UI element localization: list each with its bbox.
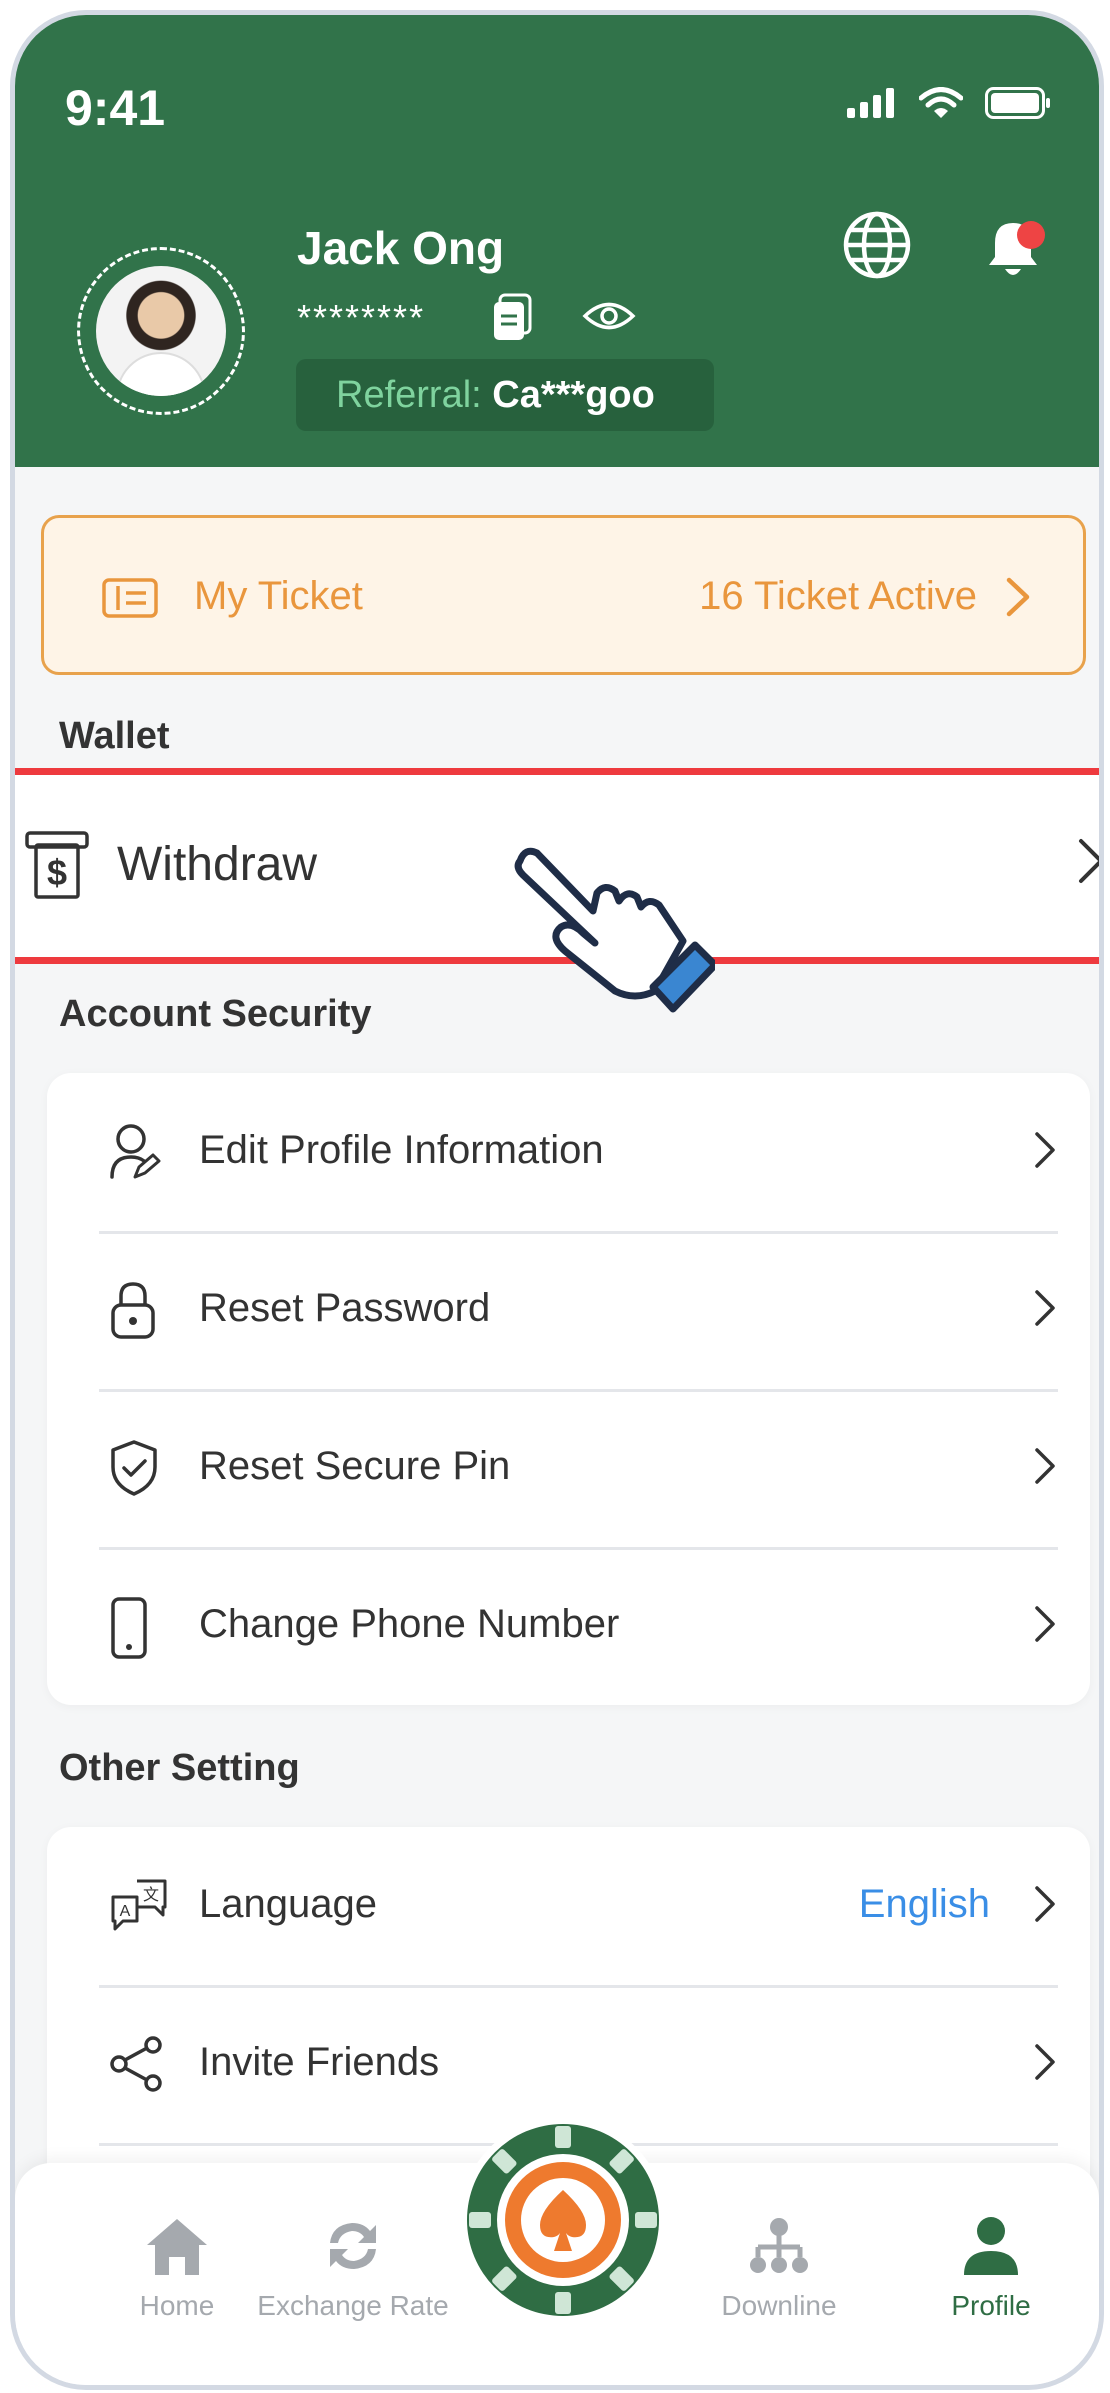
avatar	[96, 266, 226, 396]
avatar-frame[interactable]	[77, 247, 245, 415]
bell-icon[interactable]	[975, 209, 1051, 285]
signal-icon	[847, 88, 894, 118]
row-label: Edit Profile Information	[199, 1128, 604, 1172]
change-phone-row[interactable]: Change Phone Number	[47, 1547, 1090, 1705]
ticket-icon	[102, 578, 158, 618]
lock-icon	[111, 1282, 155, 1339]
nav-exchange-rate[interactable]: Exchange Rate	[253, 2213, 453, 2322]
chevron-right-icon	[1035, 1606, 1055, 1642]
edit-profile-row[interactable]: Edit Profile Information	[47, 1073, 1090, 1231]
downline-icon	[750, 2218, 808, 2273]
row-label: Change Phone Number	[199, 1602, 620, 1646]
svg-text:$: $	[47, 852, 67, 893]
user-name: Jack Ong	[297, 222, 505, 274]
user-edit-icon	[110, 1124, 161, 1179]
row-label: Language	[199, 1882, 377, 1926]
ticket-label: My Ticket	[194, 574, 363, 618]
nav-home[interactable]: Home	[77, 2213, 277, 2322]
status-bar: 9:41	[15, 15, 1099, 136]
row-label: Reset Password	[199, 1286, 491, 1330]
language-value: English	[858, 1882, 990, 1926]
phone-screen: 9:41 Jack Ong ******** Referral: Ca***go…	[10, 10, 1104, 2390]
battery-icon	[985, 87, 1050, 119]
section-title-account-security: Account Security	[59, 993, 372, 1035]
eye-icon[interactable]	[582, 299, 636, 333]
share-icon	[110, 2036, 162, 2092]
nav-label: Profile	[951, 2290, 1031, 2321]
nav-profile[interactable]: Profile	[891, 2213, 1091, 2322]
chevron-right-icon	[1006, 577, 1030, 617]
language-row[interactable]: A 文 Language English	[47, 1827, 1090, 1985]
center-poker-chip-button[interactable]	[458, 2115, 668, 2325]
globe-icon[interactable]	[841, 209, 913, 281]
referral-badge[interactable]: Referral: Ca***goo	[296, 359, 714, 431]
chevron-right-icon	[1079, 839, 1099, 883]
status-time: 9:41	[65, 80, 166, 136]
nav-downline[interactable]: Downline	[679, 2213, 879, 2322]
account-security-card: Edit Profile Information Reset Password …	[47, 1073, 1090, 1705]
exchange-icon	[330, 2223, 376, 2269]
svg-text:文: 文	[143, 1885, 159, 1904]
referral-label: Referral:	[336, 374, 493, 416]
withdraw-icon: $	[25, 831, 89, 899]
chevron-right-icon	[1035, 1290, 1055, 1326]
section-title-wallet: Wallet	[59, 715, 170, 757]
home-icon	[147, 2219, 207, 2275]
referral-code: Ca***goo	[492, 374, 655, 416]
profile-icon	[964, 2217, 1018, 2275]
translate-icon: A 文	[111, 1879, 167, 1931]
row-label: Reset Secure Pin	[199, 1444, 511, 1488]
copy-icon[interactable]	[490, 293, 536, 343]
shield-check-icon	[111, 1440, 157, 1496]
chevron-right-icon	[1035, 2044, 1055, 2080]
profile-header: 9:41 Jack Ong ******** Referral: Ca***go…	[15, 15, 1099, 467]
phone-icon	[111, 1597, 147, 1659]
pointing-hand-icon	[514, 847, 715, 1013]
chevron-right-icon	[1035, 1132, 1055, 1168]
svg-text:A: A	[120, 1903, 131, 1920]
my-ticket-card[interactable]: My Ticket 16 Ticket Active	[41, 515, 1086, 675]
nav-label: Downline	[721, 2290, 837, 2321]
chevron-right-icon	[1035, 1886, 1055, 1922]
masked-account-id: ********	[297, 297, 426, 338]
withdraw-label: Withdraw	[117, 838, 318, 891]
nav-label: Home	[139, 2290, 215, 2321]
status-icons	[847, 87, 1051, 119]
wifi-icon	[919, 87, 963, 118]
reset-secure-pin-row[interactable]: Reset Secure Pin	[47, 1389, 1090, 1547]
section-title-other-setting: Other Setting	[59, 1747, 300, 1789]
chevron-right-icon	[1035, 1448, 1055, 1484]
row-label: Invite Friends	[199, 2040, 440, 2084]
reset-password-row[interactable]: Reset Password	[47, 1231, 1090, 1389]
ticket-active-count: 16 Ticket Active	[699, 574, 977, 618]
nav-label: Exchange Rate	[257, 2290, 449, 2321]
